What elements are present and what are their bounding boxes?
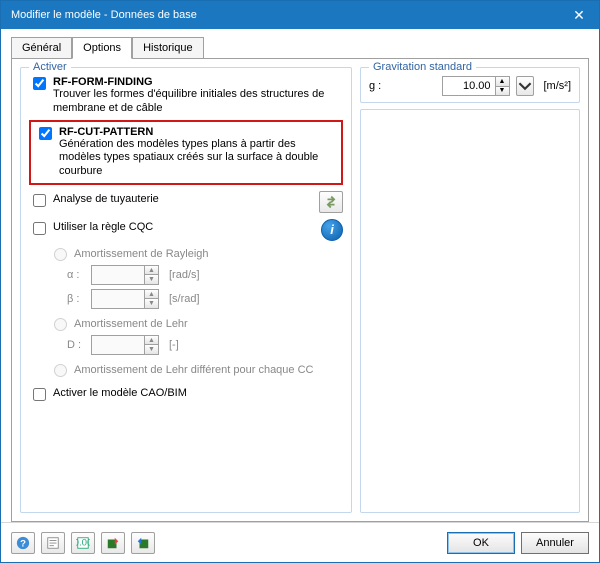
piping-label: Analyse de tuyauterie [53, 193, 159, 205]
svg-text:?: ? [20, 538, 26, 549]
alpha-label: α : [67, 269, 85, 281]
alpha-unit: [rad/s] [169, 269, 200, 281]
d-spinner: ▲▼ [91, 335, 159, 355]
export-icon [106, 536, 120, 550]
d-up: ▲ [145, 336, 158, 346]
cut-pattern-desc: Génération des modèles types plans à par… [59, 138, 337, 179]
piping-row: Analyse de tuyauterie [29, 191, 343, 213]
gravity-unit: [m/s²] [544, 80, 572, 92]
form-finding-label: RF-FORM-FINDING [53, 76, 153, 88]
svg-text:0.00: 0.00 [76, 537, 90, 548]
form-finding-desc: Trouver les formes d'équilibre initiales… [53, 88, 343, 116]
footer-bar: ? 0.00 OK Annuler [1, 522, 599, 562]
cqc-label: Utiliser la règle CQC [53, 221, 153, 233]
gravity-dropdown-button[interactable] [516, 76, 534, 96]
tool-button-3[interactable] [101, 532, 125, 554]
beta-spinner: ▲▼ [91, 289, 159, 309]
piping-checkbox[interactable] [33, 194, 46, 207]
d-label: D : [67, 339, 85, 351]
d-input [92, 336, 144, 354]
gravity-label: g : [369, 80, 381, 92]
cut-pattern-highlight: RF-CUT-PATTERN Génération des modèles ty… [29, 120, 343, 185]
lehr-label: Amortissement de Lehr [74, 318, 188, 330]
beta-unit: [s/rad] [169, 293, 200, 305]
note-icon [46, 536, 60, 550]
tool-button-1[interactable] [41, 532, 65, 554]
activate-group: Activer RF-FORM-FINDING Trouver les form… [20, 67, 352, 513]
alpha-up: ▲ [145, 266, 158, 276]
window-title: Modifier le modèle - Données de base [11, 9, 559, 21]
content-area: Général Options Historique Activer RF-FO… [1, 29, 599, 562]
gravity-legend: Gravitation standard [369, 61, 476, 73]
help-icon: ? [16, 536, 30, 550]
tab-panel: Activer RF-FORM-FINDING Trouver les form… [11, 58, 589, 522]
tab-options[interactable]: Options [72, 37, 132, 59]
info-icon[interactable]: i [321, 219, 343, 241]
beta-input [92, 290, 144, 308]
alpha-down: ▼ [145, 275, 158, 284]
import-icon [136, 536, 150, 550]
cut-pattern-checkbox[interactable] [39, 127, 52, 140]
form-finding-row: RF-FORM-FINDING Trouver les formes d'équ… [29, 76, 343, 116]
cut-pattern-label: RF-CUT-PATTERN [59, 126, 153, 138]
tool-button-4[interactable] [131, 532, 155, 554]
left-column: Activer RF-FORM-FINDING Trouver les form… [20, 67, 352, 513]
cadbim-label: Activer le modèle CAO/BIM [53, 387, 187, 399]
beta-down: ▼ [145, 299, 158, 308]
rayleigh-radio [54, 248, 67, 261]
gravity-down[interactable]: ▼ [496, 87, 509, 96]
right-column: Gravitation standard g : ▲▼ [m/s²] [360, 67, 580, 513]
tab-history[interactable]: Historique [132, 37, 204, 59]
gravity-spinner[interactable]: ▲▼ [442, 76, 510, 96]
cqc-row: Utiliser la règle CQC i [29, 219, 343, 241]
lehr-cc-label: Amortissement de Lehr différent pour cha… [74, 364, 313, 376]
alpha-spinner: ▲▼ [91, 265, 159, 285]
rayleigh-label: Amortissement de Rayleigh [74, 248, 209, 260]
piping-settings-button[interactable] [319, 191, 343, 213]
alpha-input [92, 266, 144, 284]
activate-legend: Activer [29, 61, 71, 73]
units-icon: 0.00 [76, 536, 90, 550]
gravity-input[interactable] [443, 77, 495, 95]
chevron-down-icon [518, 79, 532, 93]
lehr-cc-radio [54, 364, 67, 377]
cqc-subgroup: Amortissement de Rayleigh α : ▲▼ [rad/s]… [49, 247, 343, 377]
tab-bar: Général Options Historique [11, 37, 589, 59]
titlebar: Modifier le modèle - Données de base ✕ [1, 1, 599, 29]
refresh-icon [324, 195, 338, 209]
gravity-up[interactable]: ▲ [496, 77, 509, 87]
empty-group [360, 109, 580, 513]
ok-button[interactable]: OK [447, 532, 515, 554]
cadbim-checkbox[interactable] [33, 388, 46, 401]
cancel-button[interactable]: Annuler [521, 532, 589, 554]
beta-up: ▲ [145, 290, 158, 300]
form-finding-checkbox[interactable] [33, 77, 46, 90]
d-down: ▼ [145, 345, 158, 354]
dialog-window: Modifier le modèle - Données de base ✕ G… [0, 0, 600, 563]
gravity-group: Gravitation standard g : ▲▼ [m/s²] [360, 67, 580, 103]
tool-button-2[interactable]: 0.00 [71, 532, 95, 554]
cut-pattern-row: RF-CUT-PATTERN Génération des modèles ty… [35, 126, 337, 179]
cadbim-row: Activer le modèle CAO/BIM [29, 387, 343, 404]
beta-label: β : [67, 293, 85, 305]
help-button[interactable]: ? [11, 532, 35, 554]
close-button[interactable]: ✕ [559, 1, 599, 29]
lehr-radio [54, 318, 67, 331]
d-unit: [-] [169, 339, 179, 351]
cqc-checkbox[interactable] [33, 222, 46, 235]
tab-general[interactable]: Général [11, 37, 72, 59]
